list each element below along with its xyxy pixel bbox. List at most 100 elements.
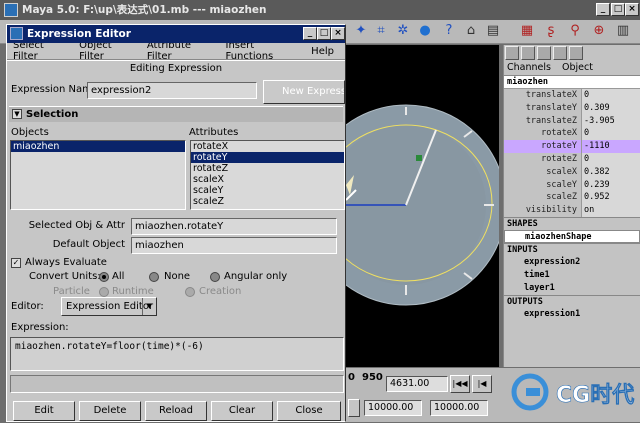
close-dialog-button[interactable]: Close — [277, 401, 341, 421]
close-button[interactable]: × — [625, 3, 639, 16]
default-object-field[interactable]: miaozhen — [131, 237, 337, 254]
channel-value-field[interactable]: on — [581, 204, 640, 217]
ee-close-button[interactable]: × — [331, 27, 345, 40]
particle-creation-radio[interactable] — [185, 287, 195, 297]
expression-editor-title-bar[interactable]: Expression Editor _ □ × — [7, 25, 345, 43]
objects-list[interactable]: miaozhen — [10, 140, 186, 210]
channel-rows: translateX 0 translateY 0.309 translateZ -3.9… — [504, 89, 640, 217]
convert-all-radio[interactable] — [99, 272, 109, 282]
node-name[interactable]: miaozhen — [504, 76, 640, 89]
attribute-list-item[interactable]: rotateZ — [191, 163, 344, 174]
expression-name-field[interactable]: expression2 — [87, 82, 257, 99]
grid-icon[interactable]: ▦ — [518, 22, 536, 40]
expression-text-area[interactable]: miaozhen.rotateY=floor(time)*(-6) — [10, 337, 344, 371]
collapse-arrow-icon[interactable]: ▼ — [12, 109, 22, 119]
channel-row[interactable]: rotateX 0 — [504, 127, 640, 141]
minimize-button[interactable]: _ — [596, 3, 610, 16]
selection-section-header[interactable]: ▼ Selection — [9, 106, 343, 122]
shape-item[interactable]: miaozhenShape — [504, 229, 640, 243]
channel-row[interactable]: translateZ -3.905 — [504, 114, 640, 128]
menu-attribute-filter[interactable]: Attribute Filter — [147, 40, 215, 62]
new-expression-button[interactable]: New Expression — [263, 80, 345, 104]
outliner-icon[interactable]: ▤ — [484, 22, 502, 40]
channel-row[interactable]: scaleX 0.382 — [504, 165, 640, 179]
output-item[interactable]: expression1 — [504, 308, 640, 321]
camera-icon[interactable]: ⊕ — [590, 22, 608, 40]
attributes-list[interactable]: rotateX rotateY rotateZ scaleX scaleY scaleZ — [190, 140, 345, 210]
ee-maximize-button[interactable]: □ — [317, 27, 331, 40]
layout-tab-icon[interactable] — [521, 46, 535, 60]
menu-select-filter[interactable]: Select Filter — [13, 40, 68, 62]
graph-icon[interactable]: ✲ — [394, 22, 412, 40]
attribute-list-item[interactable]: scaleX — [191, 174, 344, 185]
menu-help[interactable]: Help — [311, 46, 334, 57]
input-item[interactable]: expression2 — [504, 256, 640, 269]
channel-value-field[interactable]: 0 — [581, 127, 640, 141]
always-evaluate-checkbox[interactable]: ✓ — [11, 258, 21, 268]
channel-value-field[interactable]: -1110 — [581, 140, 640, 153]
menu-object[interactable]: Object — [562, 62, 593, 73]
rewind-button[interactable]: |◀◀ — [450, 375, 470, 393]
range-slider-handle[interactable] — [348, 399, 360, 417]
menu-channels[interactable]: Channels — [507, 62, 551, 73]
attributes-label: Attributes — [189, 127, 239, 138]
channel-value-field[interactable]: 0 — [581, 152, 640, 166]
help-icon[interactable]: ? — [440, 22, 458, 40]
channel-value-field[interactable]: 0.309 — [581, 101, 640, 115]
menu-insert-functions[interactable]: Insert Functions — [226, 40, 301, 62]
channel-row[interactable]: rotateZ 0 — [504, 152, 640, 166]
channel-value-field[interactable]: 0.952 — [581, 191, 640, 205]
expression-editor-title: Expression Editor — [27, 28, 131, 40]
channel-name: translateZ — [525, 115, 577, 126]
range-start-field[interactable]: 10000.00 — [364, 400, 422, 416]
channel-row[interactable]: translateY 0.309 — [504, 101, 640, 115]
curve-icon[interactable]: ⚲ — [566, 22, 584, 40]
channel-name: rotateY — [504, 140, 581, 153]
channel-value-field[interactable]: 0.239 — [581, 178, 640, 192]
viewport-panel[interactable] — [346, 45, 499, 367]
ee-minimize-button[interactable]: _ — [303, 27, 317, 40]
channel-value-field[interactable]: 0 — [581, 89, 640, 102]
convert-angular-label: Angular only — [224, 271, 288, 282]
frame-end-label: 950 — [362, 372, 383, 383]
convert-angular-radio[interactable] — [210, 272, 220, 282]
reference-icon[interactable]: ⌂ — [462, 22, 480, 40]
channel-value-field[interactable]: -3.905 — [581, 114, 640, 128]
maya-app-icon — [4, 3, 18, 17]
selected-obj-attr-field[interactable]: miaozhen.rotateY — [131, 218, 337, 235]
channel-row[interactable]: visibility on — [504, 204, 640, 217]
input-item[interactable]: layer1 — [504, 282, 640, 295]
input-item[interactable]: time1 — [504, 269, 640, 282]
sphere-icon[interactable]: ● — [416, 22, 434, 40]
convert-none-radio[interactable] — [149, 272, 159, 282]
menu-object-filter[interactable]: Object Filter — [79, 40, 136, 62]
channel-value-field[interactable]: 0.382 — [581, 165, 640, 179]
channel-name: rotateX — [541, 128, 577, 139]
layout-icon[interactable]: ▥ — [614, 22, 632, 40]
render-icon[interactable]: ⌗ — [372, 22, 390, 40]
attribute-list-item[interactable]: scaleZ — [191, 196, 344, 207]
expression-text: miaozhen.rotateY=floor(time)*(-6) — [15, 341, 204, 352]
object-list-item[interactable]: miaozhen — [11, 141, 185, 152]
edit-button[interactable]: Edit — [13, 401, 75, 421]
reload-button[interactable]: Reload — [145, 401, 207, 421]
clear-button[interactable]: Clear — [211, 401, 273, 421]
channel-row[interactable]: scaleY 0.239 — [504, 178, 640, 192]
channel-row[interactable]: scaleZ 0.952 — [504, 191, 640, 205]
attribute-list-item[interactable]: rotateY — [191, 152, 344, 163]
layout-tab-icon[interactable] — [537, 46, 551, 60]
layout-tab-icon[interactable] — [505, 46, 519, 60]
object-icon[interactable]: ✦ — [352, 22, 370, 40]
delete-button[interactable]: Delete — [79, 401, 141, 421]
channel-row[interactable]: rotateY -1110 — [504, 140, 640, 153]
particle-runtime-radio[interactable] — [99, 287, 109, 297]
editor-select[interactable]: Expression Editor ▼ — [61, 297, 157, 316]
layout-tab-icon[interactable] — [569, 46, 583, 60]
layout-tab-icon[interactable] — [553, 46, 567, 60]
maximize-button[interactable]: □ — [611, 3, 625, 16]
attribute-list-item[interactable]: rotateX — [191, 141, 344, 152]
attribute-list-item[interactable]: scaleY — [191, 185, 344, 196]
channel-row[interactable]: translateX 0 — [504, 89, 640, 102]
current-frame-field[interactable]: 4631.00 — [386, 376, 448, 392]
channel-icon[interactable]: ʂ — [542, 22, 560, 40]
